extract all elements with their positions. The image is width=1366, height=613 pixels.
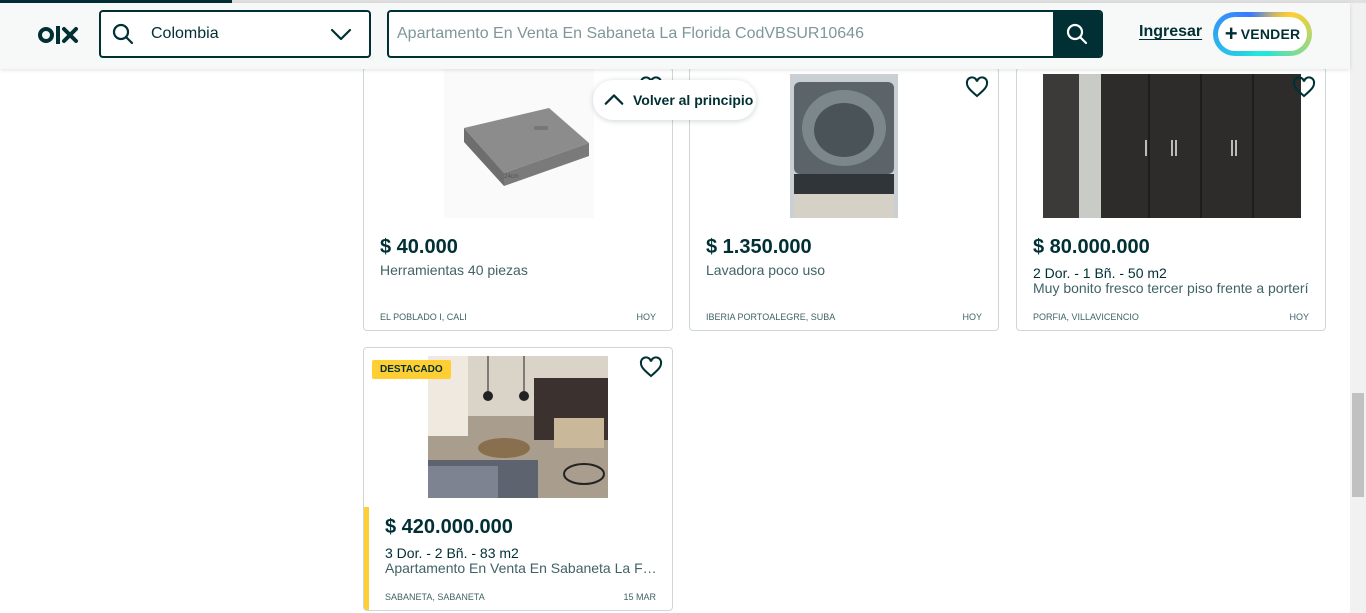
plus-icon: + [1224, 21, 1238, 46]
search-input[interactable] [389, 12, 1053, 56]
listing-location: IBERIA PORTOALEGRE, SUBA [706, 312, 836, 322]
heart-icon[interactable] [1292, 76, 1316, 100]
back-to-top-label: Volver al principio [633, 92, 754, 108]
scrollbar-track[interactable] [1350, 3, 1366, 613]
back-to-top-button[interactable]: Volver al principio [593, 80, 756, 120]
listing-date: HOY [1289, 312, 1309, 322]
listing-price: $ 1.350.000 [706, 236, 812, 258]
top-header: Colombia Ingresar + VENDER [0, 3, 1350, 69]
sell-label: VENDER [1240, 26, 1301, 42]
heart-icon[interactable] [639, 356, 663, 380]
listing-date: 15 MAR [623, 592, 656, 602]
location-selector[interactable]: Colombia [99, 10, 371, 58]
chevron-up-icon [604, 94, 624, 105]
listing-details: 3 Dor. - 2 Bñ. - 83 m2 [385, 545, 519, 561]
search-icon [112, 23, 134, 45]
listing-price: $ 420.000.000 [385, 516, 513, 538]
listing-card-featured[interactable]: DESTACADO $ 420.000.000 3 Dor. - 2 Bñ. -… [363, 347, 673, 611]
listing-title: Lavadora poco uso [706, 262, 826, 278]
listing-date: HOY [636, 312, 656, 322]
listing-location: PORFIA, VILLAVICENCIO [1033, 312, 1139, 322]
search-button[interactable] [1053, 12, 1101, 56]
listing-details: 2 Dor. - 1 Bñ. - 50 m2 [1033, 265, 1167, 281]
listing-location: SABANETA, SABANETA [385, 592, 485, 602]
listing-location: EL POBLADO I, CALI [380, 312, 467, 322]
featured-accent-bar [364, 507, 369, 610]
olx-logo[interactable] [38, 23, 82, 47]
featured-badge: DESTACADO [372, 360, 451, 379]
location-value: Colombia [151, 25, 219, 42]
listing-price: $ 40.000 [380, 236, 458, 258]
listing-title: Herramientas 40 piezas [380, 262, 528, 278]
listing-image [1017, 68, 1325, 218]
search-bar [387, 10, 1103, 58]
heart-icon[interactable] [965, 76, 989, 100]
listing-price: $ 80.000.000 [1033, 236, 1150, 258]
login-link[interactable]: Ingresar [1139, 23, 1202, 41]
chevron-down-icon[interactable] [329, 22, 353, 46]
scrollbar-thumb[interactable] [1352, 393, 1364, 497]
listing-card[interactable]: $ 80.000.000 2 Dor. - 1 Bñ. - 50 m2 Muy … [1016, 67, 1326, 331]
sell-button[interactable]: + VENDER [1213, 12, 1312, 56]
listing-title: Muy bonito fresco tercer piso frente a p… [1033, 280, 1309, 296]
svg-text:24cm: 24cm [504, 174, 519, 180]
listing-date: HOY [962, 312, 982, 322]
search-icon [1066, 23, 1088, 45]
listing-title: Apartamento En Venta En Sabaneta La Flor… [385, 560, 657, 576]
